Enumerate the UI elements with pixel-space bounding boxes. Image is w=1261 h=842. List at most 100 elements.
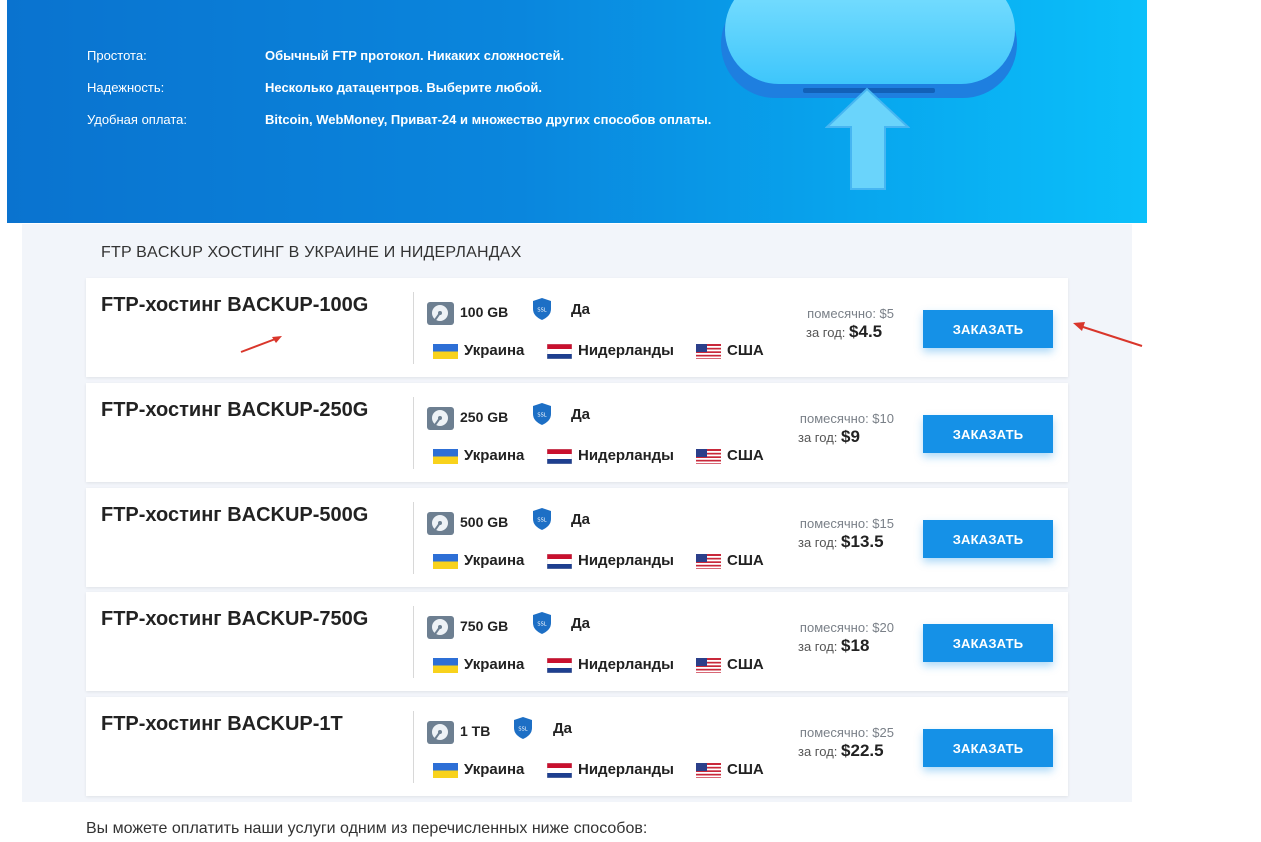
plan-card: FTP-хостинг BACKUP-1T 1 TB SSL Да Украин… xyxy=(86,697,1068,796)
country-ukraine: Украина xyxy=(464,761,525,778)
annotation-arrow-icon xyxy=(240,336,282,353)
divider xyxy=(413,397,414,469)
feature-value: Обычный FTP протокол. Никаких сложностей… xyxy=(265,48,565,63)
ssl-shield-icon: SSL xyxy=(533,403,551,425)
ssl-badge-text: SSL xyxy=(537,308,546,314)
country-usa: США xyxy=(727,656,764,673)
usa-flag-icon xyxy=(696,658,721,673)
feature-value: Несколько датацентров. Выберите любой. xyxy=(265,80,543,95)
country-usa: США xyxy=(727,447,764,464)
section-title: FTP BACKUP ХОСТИНГ В УКРАИНЕ И НИДЕРЛАНД… xyxy=(101,244,522,261)
yearly-price: за год: $13.5 xyxy=(798,532,884,552)
feature-value: Bitcoin, WebMoney, Приват-24 и множество… xyxy=(265,112,712,127)
payment-methods-intro: Вы можете оплатить наши услуги одним из … xyxy=(86,820,648,837)
yearly-price: за год: $18 xyxy=(798,636,869,656)
netherlands-flag-icon xyxy=(547,658,572,673)
country-ukraine: Украина xyxy=(464,552,525,569)
plan-name: FTP-хостинг BACKUP-500G xyxy=(101,504,369,526)
monthly-price: помесячно: $25 xyxy=(799,725,894,740)
yearly-label: за год: xyxy=(806,325,846,340)
storage-size: 1 TB xyxy=(460,723,491,739)
ssl-badge-text: SSL xyxy=(537,518,546,524)
ssl-value: Да xyxy=(571,615,591,632)
feature-label: Простота: xyxy=(87,48,147,63)
order-button[interactable]: ЗАКАЗАТЬ xyxy=(923,415,1053,453)
hard-drive-icon xyxy=(427,512,454,535)
hard-drive-icon xyxy=(427,721,454,744)
netherlands-flag-icon xyxy=(547,344,572,359)
usa-flag-icon xyxy=(696,554,721,569)
country-netherlands: Нидерланды xyxy=(578,656,674,673)
divider xyxy=(413,711,414,783)
ssl-value: Да xyxy=(571,301,591,318)
plan-card: FTP-хостинг BACKUP-500G 500 GB SSL Да Ук… xyxy=(86,488,1068,587)
ssl-shield-icon: SSL xyxy=(514,717,532,739)
order-button[interactable]: ЗАКАЗАТЬ xyxy=(923,310,1053,348)
yearly-amount: $13.5 xyxy=(841,532,884,551)
country-usa: США xyxy=(727,342,764,359)
hard-drive-icon xyxy=(427,302,454,325)
storage-size: 750 GB xyxy=(460,618,509,634)
ssl-shield-icon: SSL xyxy=(533,612,551,634)
ukraine-flag-icon xyxy=(433,658,458,673)
monthly-price: помесячно: $15 xyxy=(799,516,894,531)
country-ukraine: Украина xyxy=(464,656,525,673)
plan-name: FTP-хостинг BACKUP-1T xyxy=(101,713,343,735)
country-ukraine: Украина xyxy=(464,342,525,359)
yearly-price: за год: $9 xyxy=(798,427,860,447)
country-netherlands: Нидерланды xyxy=(578,342,674,359)
yearly-amount: $22.5 xyxy=(841,741,884,760)
plan-name: FTP-хостинг BACKUP-250G xyxy=(101,399,369,421)
plan-card: FTP-хостинг BACKUP-250G 250 GB SSL Да Ук… xyxy=(86,383,1068,482)
order-button[interactable]: ЗАКАЗАТЬ xyxy=(923,624,1053,662)
country-netherlands: Нидерланды xyxy=(578,447,674,464)
yearly-amount: $9 xyxy=(841,427,860,446)
ukraine-flag-icon xyxy=(433,554,458,569)
feature-label: Удобная оплата: xyxy=(87,112,188,127)
ukraine-flag-icon xyxy=(433,449,458,464)
plan-name: FTP-хостинг BACKUP-750G xyxy=(101,608,369,630)
yearly-label: за год: xyxy=(798,430,838,445)
monthly-price: помесячно: $10 xyxy=(799,411,894,426)
usa-flag-icon xyxy=(696,449,721,464)
plans-section: FTP BACKUP ХОСТИНГ В УКРАИНЕ И НИДЕРЛАНД… xyxy=(22,224,1132,802)
ssl-badge-text: SSL xyxy=(537,413,546,419)
ssl-badge-text: SSL xyxy=(537,622,546,628)
divider xyxy=(413,502,414,574)
ssl-value: Да xyxy=(571,511,591,528)
yearly-label: за год: xyxy=(798,535,838,550)
country-ukraine: Украина xyxy=(464,447,525,464)
yearly-amount: $4.5 xyxy=(849,322,883,341)
ssl-value: Да xyxy=(571,406,591,423)
country-usa: США xyxy=(727,761,764,778)
hard-drive-icon xyxy=(427,407,454,430)
monthly-price: помесячно: $20 xyxy=(799,620,894,635)
yearly-label: за год: xyxy=(798,744,838,759)
storage-size: 250 GB xyxy=(460,409,509,425)
country-netherlands: Нидерланды xyxy=(578,552,674,569)
yearly-price: за год: $22.5 xyxy=(798,741,884,761)
order-button[interactable]: ЗАКАЗАТЬ xyxy=(923,520,1053,558)
storage-size: 500 GB xyxy=(460,514,509,530)
ssl-shield-icon: SSL xyxy=(533,508,551,530)
divider xyxy=(413,606,414,678)
storage-size: 100 GB xyxy=(460,304,509,320)
plan-card: FTP-хостинг BACKUP-100G 100 GB SSL Да Ук… xyxy=(86,278,1068,377)
annotation-arrow-icon xyxy=(1073,322,1143,347)
usa-flag-icon xyxy=(696,344,721,359)
order-button[interactable]: ЗАКАЗАТЬ xyxy=(923,729,1053,767)
netherlands-flag-icon xyxy=(547,449,572,464)
hero-banner: Простота: Обычный FTP протокол. Никаких … xyxy=(7,0,1147,223)
country-netherlands: Нидерланды xyxy=(578,761,674,778)
country-usa: США xyxy=(727,552,764,569)
yearly-amount: $18 xyxy=(841,636,870,655)
divider xyxy=(413,292,414,364)
ssl-value: Да xyxy=(553,720,573,737)
upload-arrow-icon xyxy=(825,87,910,190)
ssl-shield-icon: SSL xyxy=(533,298,551,320)
hard-drive-icon xyxy=(427,616,454,639)
netherlands-flag-icon xyxy=(547,554,572,569)
ukraine-flag-icon xyxy=(433,344,458,359)
yearly-price: за год: $4.5 xyxy=(806,322,882,342)
ssl-badge-text: SSL xyxy=(518,727,527,733)
